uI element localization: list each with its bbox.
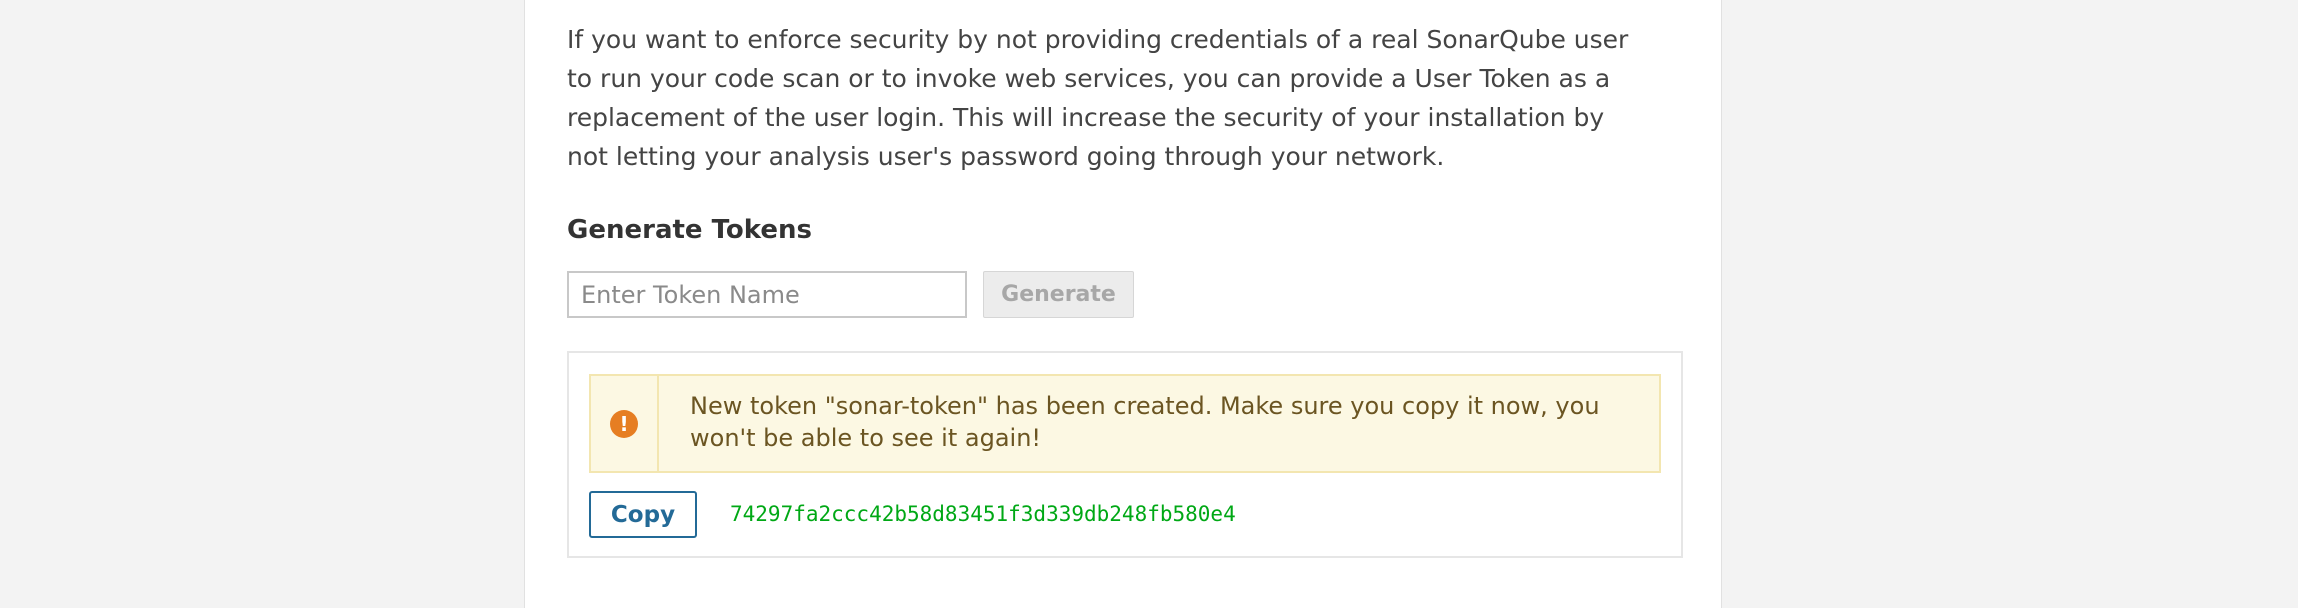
intro-text: If you want to enforce security by not p… [567,25,1629,171]
exclamation-circle-icon: ! [610,409,638,438]
user-tokens-panel: If you want to enforce security by not p… [524,0,1722,608]
alert-message: New token "sonar-token" has been created… [690,392,1600,452]
copy-token-button[interactable]: Copy [589,491,697,538]
generate-tokens-title: Generate Tokens [567,215,812,245]
token-name-input[interactable] [567,271,967,318]
alert-icon-cell: ! [591,376,659,471]
generate-button[interactable]: Generate [983,271,1134,318]
new-token-box: ! New token "sonar-token" has been creat… [567,351,1683,558]
token-created-alert: ! New token "sonar-token" has been creat… [589,374,1661,473]
token-value: 74297fa2ccc42b58d83451f3d339db248fb580e4 [730,502,1236,526]
